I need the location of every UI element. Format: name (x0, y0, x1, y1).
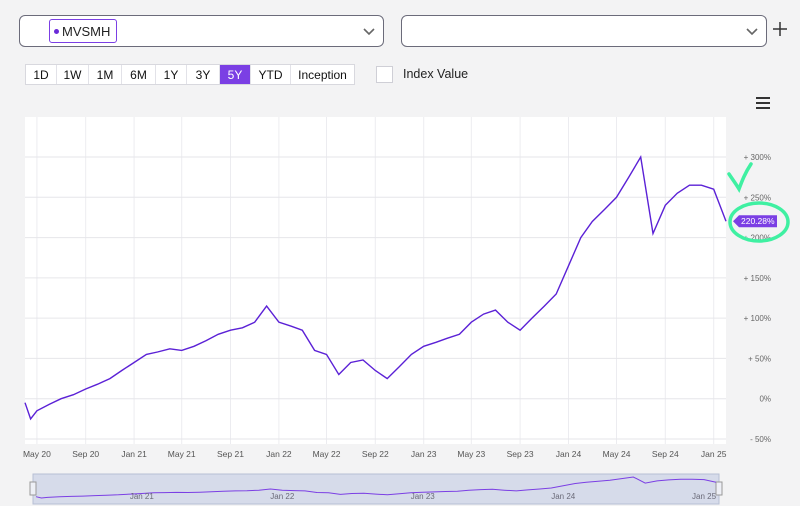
x-tick-label: Sep 22 (362, 449, 389, 459)
x-tick-label: May 22 (313, 449, 341, 459)
x-axis-labels: May 20 Sep 20 Jan 21 May 21 Sep 21 Jan 22 May … (23, 449, 727, 459)
x-tick-label: Jan 24 (556, 449, 582, 459)
last-value-label: 220.28% (741, 216, 775, 226)
y-tick-label: + 50% (748, 354, 771, 363)
navigator-tick-label: Jan 21 (130, 492, 155, 501)
x-tick-label: Sep 23 (507, 449, 534, 459)
performance-chart: + 300%+ 250%+ 200%+ 150%+ 100%+ 50%0%- 5… (23, 117, 790, 505)
x-tick-label: May 21 (168, 449, 196, 459)
navigator-tick-label: Jan 23 (411, 492, 436, 501)
y-tick-label: + 100% (744, 314, 771, 323)
x-tick-label: May 20 (23, 449, 51, 459)
x-tick-label: Jan 21 (121, 449, 147, 459)
y-tick-label: + 300% (744, 153, 771, 162)
y-tick-label: - 50% (750, 435, 771, 444)
y-tick-label: + 150% (744, 274, 771, 283)
y-tick-label: + 250% (744, 193, 771, 202)
x-tick-label: Jan 23 (411, 449, 437, 459)
navigator-tick-label: Jan 25 (692, 492, 717, 501)
navigator-tick-label: Jan 24 (551, 492, 576, 501)
navigator-tick-label: Jan 22 (270, 492, 295, 501)
y-axis-labels: + 300%+ 250%+ 200%+ 150%+ 100%+ 50%0%- 5… (744, 153, 771, 444)
x-tick-label: May 23 (457, 449, 485, 459)
x-tick-label: Jan 22 (266, 449, 292, 459)
x-tick-label: Sep 24 (652, 449, 679, 459)
y-tick-label: 0% (759, 395, 771, 404)
annotation-checkmark (727, 162, 753, 194)
x-tick-label: Jan 25 (701, 449, 727, 459)
navigator-left-handle[interactable] (29, 481, 37, 496)
x-tick-label: Sep 20 (72, 449, 99, 459)
last-value-flag: 220.28% (733, 215, 777, 228)
x-tick-label: Sep 21 (217, 449, 244, 459)
x-tick-label: May 24 (603, 449, 631, 459)
navigator-right-handle[interactable] (715, 481, 723, 496)
